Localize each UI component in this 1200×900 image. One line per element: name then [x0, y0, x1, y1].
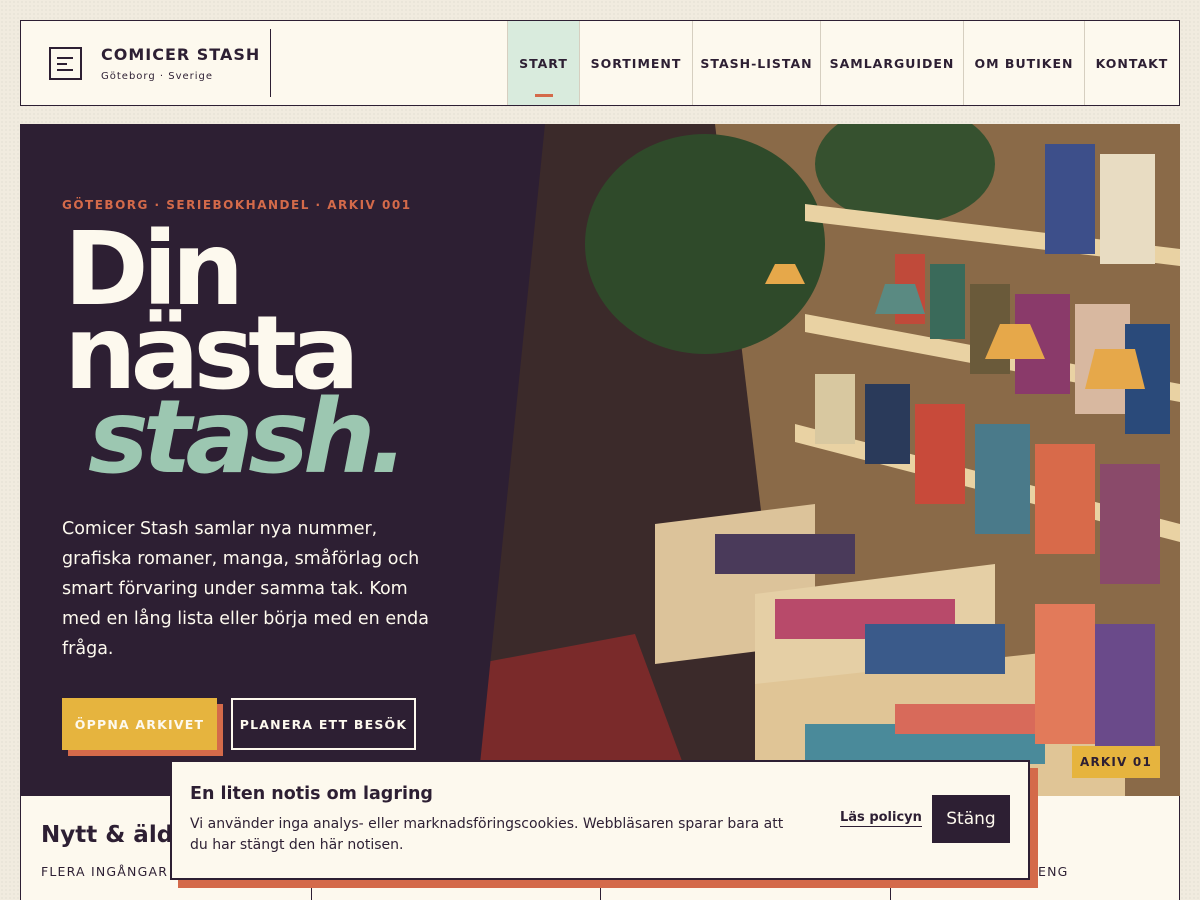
column-divider	[600, 884, 601, 900]
hero-headline: Din nästa stash.	[64, 219, 408, 497]
section-subtitle: FLERA INGÅNGAR	[41, 864, 169, 879]
read-policy-link[interactable]: Läs policyn	[840, 810, 922, 827]
hero-lede: Comicer Stash samlar nya nummer, grafisk…	[62, 519, 430, 659]
nav-item-samlarguiden[interactable]: SAMLARGUIDEN	[820, 21, 963, 105]
photo-badge: ARKIV 01	[1072, 746, 1160, 778]
section-title: Nytt & äldr	[41, 822, 185, 848]
bookstore-illustration	[475, 124, 1180, 796]
nav-item-start[interactable]: START	[507, 21, 579, 105]
headline-accent: stash.	[88, 378, 408, 497]
brand-name: COMICER STASH	[101, 44, 261, 64]
column-divider	[311, 884, 312, 900]
section-subtitle-right: ENG	[1038, 864, 1069, 879]
bookstore-photo	[475, 124, 1180, 796]
brand[interactable]: COMICER STASH Göteborg · Sverige	[21, 29, 271, 97]
cookie-text: Vi använder inga analys- eller marknadsf…	[190, 816, 784, 853]
column-divider	[890, 884, 891, 900]
nav-item-kontakt[interactable]: KONTAKT	[1084, 21, 1179, 105]
nav-item-sortiment[interactable]: SORTIMENT	[579, 21, 692, 105]
open-archive-button[interactable]: ÖPPNA ARKIVET	[62, 698, 217, 750]
plan-visit-button[interactable]: PLANERA ETT BESÖK	[231, 698, 416, 750]
brand-location: Göteborg · Sverige	[101, 70, 214, 82]
cookie-title: En liten notis om lagring	[190, 784, 433, 804]
nav-item-stash-listan[interactable]: STASH-LISTAN	[692, 21, 820, 105]
main-nav: START SORTIMENT STASH-LISTAN SAMLARGUIDE…	[507, 21, 1179, 105]
close-cookie-button[interactable]: Stäng	[932, 795, 1010, 843]
cookie-notice: En liten notis om lagring Vi använder in…	[170, 760, 1030, 880]
menu-logo-icon	[49, 46, 82, 80]
hero: GÖTEBORG · SERIEBOKHANDEL · ARKIV 001 Di…	[20, 124, 1180, 796]
nav-item-om-butiken[interactable]: OM BUTIKEN	[963, 21, 1084, 105]
site-header: COMICER STASH Göteborg · Sverige START S…	[20, 20, 1180, 106]
